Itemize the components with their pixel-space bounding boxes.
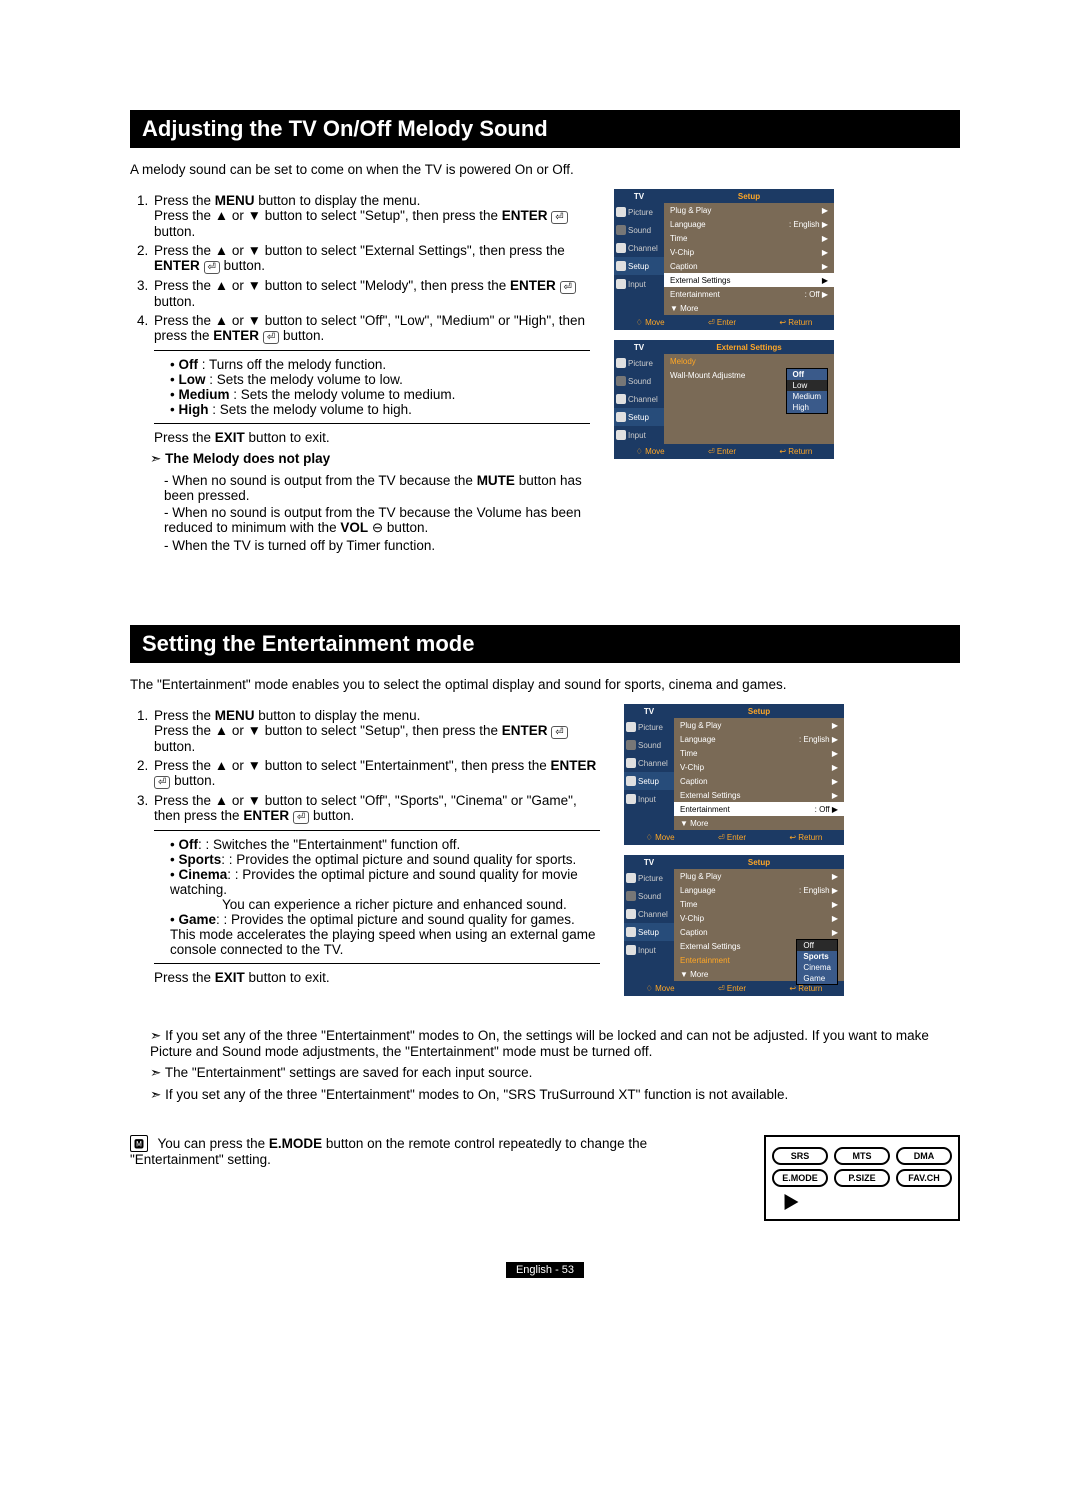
- remote-cursor-arrow: [772, 1191, 802, 1209]
- entertainment-dropdown: Off Sports Cinema Game: [796, 939, 838, 985]
- emode-button: E.MODE: [772, 1169, 828, 1187]
- remote-note: 🅼 You can press the E.MODE button on the…: [130, 1135, 736, 1167]
- osd-sidebar: Picture Sound Channel Setup Input: [624, 718, 674, 830]
- osd-bottom-bar: ♢ Move ⏎ Enter ↩ Return: [614, 315, 834, 330]
- section1-title: Adjusting the TV On/Off Melody Sound: [130, 110, 960, 148]
- ent-note3: If you set any of the three "Entertainme…: [150, 1087, 960, 1103]
- enter-icon: ⏎: [263, 331, 279, 344]
- favch-button: FAV.CH: [896, 1169, 952, 1187]
- section2-title: Setting the Entertainment mode: [130, 625, 960, 663]
- osd-external-settings: TV External Settings Picture Sound Chann…: [614, 340, 834, 459]
- section2-intro: The "Entertainment" mode enables you to …: [130, 677, 960, 692]
- divider: [154, 350, 590, 351]
- divider: [154, 830, 600, 831]
- mts-button: MTS: [834, 1147, 890, 1165]
- psize-button: P.SIZE: [834, 1169, 890, 1187]
- section1-step1: Press the MENU button to display the men…: [152, 193, 590, 239]
- osd-main: Plug & Play▶ Language: English ▶ Time▶ V…: [664, 203, 834, 315]
- osd-main: Melody Wall-Mount Adjustme Off Low Mediu…: [664, 354, 834, 444]
- section1-step3: Press the ▲ or ▼ button to select "Melod…: [152, 278, 590, 309]
- enter-icon: ⏎: [154, 776, 170, 789]
- osd-setup-entertainment: TV Setup Picture Sound Channel Setup Inp…: [624, 704, 844, 845]
- section2-step3: Press the ▲ or ▼ button to select "Off",…: [152, 793, 600, 985]
- osd-entertainment-dropdown: TV Setup Picture Sound Channel Setup Inp…: [624, 855, 844, 996]
- osd-sidebar: Picture Sound Channel Setup Input: [614, 354, 664, 444]
- osd-bottom-bar: ♢ Move ⏎ Enter ↩ Return: [624, 830, 844, 845]
- osd-main: Plug & Play▶ Language: English ▶ Time▶ V…: [674, 718, 844, 830]
- section1-step2: Press the ▲ or ▼ button to select "Exter…: [152, 243, 590, 274]
- divider: [154, 423, 590, 424]
- enter-icon: ⏎: [560, 281, 576, 294]
- enter-icon: ⏎: [551, 726, 567, 739]
- page-number: English - 53: [506, 1262, 584, 1278]
- melody-notes: - When no sound is output from the TV be…: [164, 473, 590, 553]
- osd-main: Plug & Play▶ Language: English ▶ Time▶ V…: [674, 869, 844, 981]
- section2-step2: Press the ▲ or ▼ button to select "Enter…: [152, 758, 600, 789]
- enter-icon: ⏎: [551, 211, 567, 224]
- osd-sidebar: Picture Sound Channel Setup Input: [624, 869, 674, 981]
- osd-setup: TV Setup Picture Sound Channel Setup Inp…: [614, 189, 834, 330]
- section2-step1: Press the MENU button to display the men…: [152, 708, 600, 754]
- enter-icon: ⏎: [293, 811, 309, 824]
- section2-sub-list: Off: : Switches the "Entertainment" func…: [154, 837, 600, 957]
- ent-note1: If you set any of the three "Entertainme…: [150, 1028, 960, 1059]
- remote-icon: 🅼: [130, 1135, 148, 1152]
- remote-illustration: SRS MTS DMA E.MODE P.SIZE FAV.CH: [764, 1135, 960, 1221]
- ent-note2: The "Entertainment" settings are saved f…: [150, 1065, 960, 1081]
- section1-sub-list: Off : Turns off the melody function. Low…: [154, 357, 590, 417]
- enter-icon: ⏎: [204, 261, 220, 274]
- osd-bottom-bar: ♢ Move ⏎ Enter ↩ Return: [614, 444, 834, 459]
- section1-intro: A melody sound can be set to come on whe…: [130, 162, 960, 177]
- divider: [154, 963, 600, 964]
- srs-button: SRS: [772, 1147, 828, 1165]
- dma-button: DMA: [896, 1147, 952, 1165]
- osd-sidebar: Picture Sound Channel Setup Input: [614, 203, 664, 315]
- melody-dropdown: Off Low Medium High: [786, 368, 828, 414]
- section1-step4: Press the ▲ or ▼ button to select "Off",…: [152, 313, 590, 445]
- melody-note-title: The Melody does not play: [150, 451, 590, 467]
